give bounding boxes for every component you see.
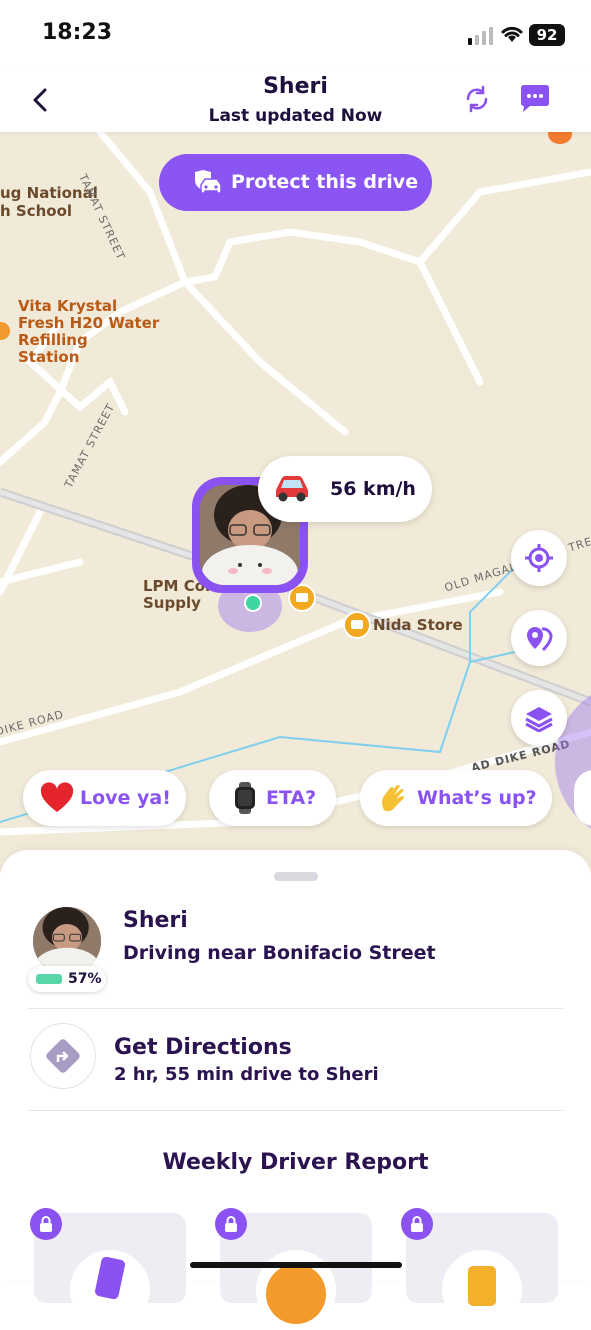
member-name: Sheri	[123, 908, 188, 933]
lock-icon	[30, 1208, 62, 1240]
drag-handle[interactable]	[274, 872, 318, 881]
love-ya-label: Love ya!	[80, 787, 171, 809]
avatar-photo	[33, 907, 101, 975]
bottom-sheet: 57% Sheri Driving near Bonifacio Street …	[0, 850, 591, 1330]
cellular-signal-icon	[468, 27, 493, 45]
refresh-icon[interactable]	[462, 84, 492, 114]
watch-icon	[235, 782, 255, 814]
divider	[28, 1110, 563, 1111]
recenter-button[interactable]	[511, 530, 567, 586]
avatar[interactable]	[33, 907, 101, 975]
shop-marker[interactable]	[343, 611, 371, 639]
layers-icon	[525, 707, 553, 732]
report-icon	[442, 1250, 522, 1330]
speed-bubble: 56 km/h	[258, 456, 432, 522]
heart-icon	[40, 782, 74, 812]
weekly-report-title: Weekly Driver Report	[162, 1150, 429, 1175]
protect-drive-label: Protect this drive	[231, 171, 419, 193]
battery-icon	[36, 974, 62, 984]
car-icon	[276, 476, 308, 502]
phone-icon	[70, 1250, 150, 1330]
protect-drive-button[interactable]: Protect this drive	[159, 154, 432, 211]
header: Sheri Last updated Now	[0, 70, 591, 132]
speed-value: 56 km/h	[330, 478, 416, 500]
home-indicator	[190, 1262, 402, 1268]
last-updated-text: Last updated Now	[208, 106, 383, 126]
whats-up-button[interactable]: What’s up?	[360, 770, 552, 826]
wifi-icon	[501, 26, 523, 42]
member-status: Driving near Bonifacio Street	[123, 942, 436, 964]
map-layers-button[interactable]	[511, 690, 567, 746]
places-button[interactable]	[511, 610, 567, 666]
battery-percent: 57%	[68, 971, 102, 987]
directions-icon-button[interactable]	[30, 1023, 96, 1089]
drive-time-text: 2 hr, 55 min drive to Sheri	[114, 1064, 379, 1085]
battery-indicator: 92	[529, 24, 565, 46]
status-time: 18:23	[42, 20, 113, 45]
location-pins-icon	[527, 627, 553, 652]
chat-icon[interactable]	[518, 84, 552, 114]
status-bar: 18:23 92	[0, 0, 591, 70]
waving-hand-icon	[382, 785, 404, 812]
page-title: Sheri	[263, 74, 328, 99]
lock-icon	[215, 1208, 247, 1240]
love-ya-button[interactable]: Love ya!	[23, 770, 186, 826]
car-shield-icon	[195, 170, 222, 194]
map-view[interactable]: ug National h School Vita Krystal Fresh …	[0, 132, 591, 872]
whats-up-label: What’s up?	[417, 787, 537, 809]
map-label-water-station: Vita Krystal Fresh H20 Water Refilling S…	[18, 297, 160, 366]
location-dot	[244, 594, 262, 612]
crosshair-icon	[525, 544, 553, 572]
divider	[28, 1008, 563, 1009]
lock-icon	[401, 1208, 433, 1240]
turn-arrow-icon	[56, 1051, 69, 1062]
get-directions-title[interactable]: Get Directions	[114, 1035, 292, 1060]
map-label-nida-store: Nida Store	[373, 616, 463, 634]
eta-button[interactable]: ETA?	[209, 770, 336, 826]
eta-label: ETA?	[266, 787, 317, 809]
battery-badge: 57%	[28, 966, 106, 992]
